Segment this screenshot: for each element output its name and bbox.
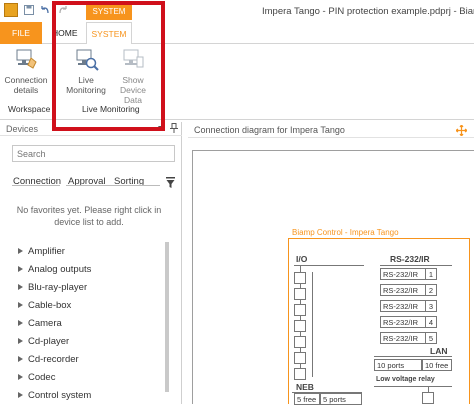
list-item-label: Analog outputs bbox=[28, 264, 92, 275]
section-lan-title: LAN bbox=[430, 346, 448, 356]
connection-details-label: Connection details bbox=[4, 75, 48, 95]
window-title: Impera Tango - PIN protection example.pd… bbox=[262, 6, 474, 17]
device-category-analog-outputs[interactable]: Analog outputs bbox=[18, 264, 91, 282]
expand-arrow-icon bbox=[18, 302, 23, 309]
device-category-control-system[interactable]: Control system bbox=[18, 390, 91, 408]
pin-icon[interactable] bbox=[170, 123, 178, 133]
rs232-port-label: RS-232/IR bbox=[380, 284, 426, 296]
app-icon[interactable] bbox=[4, 3, 18, 17]
rs232-port-number[interactable]: 5 bbox=[425, 332, 437, 344]
device-list-scrollbar[interactable] bbox=[165, 242, 169, 392]
io-port[interactable] bbox=[294, 288, 306, 300]
device-block-title: Biamp Control - Impera Tango bbox=[292, 228, 399, 237]
connection-details-button[interactable]: Connection details bbox=[4, 48, 48, 95]
section-rs232-rule bbox=[380, 265, 452, 266]
device-category-amplifier[interactable]: Amplifier bbox=[18, 246, 91, 264]
list-item-label: Cd-recorder bbox=[28, 354, 79, 365]
list-item-label: Cd-player bbox=[28, 336, 70, 347]
neb-ports-total: 5 ports bbox=[320, 393, 362, 405]
tab-file[interactable]: FILE bbox=[0, 22, 42, 44]
devices-panel-title: Devices bbox=[6, 124, 39, 134]
relay-port[interactable] bbox=[422, 392, 434, 404]
rs232-port-label: RS-232/IR bbox=[380, 316, 426, 328]
expand-arrow-icon bbox=[18, 320, 23, 327]
section-io-title: I/O bbox=[296, 254, 308, 264]
filter-icon[interactable] bbox=[166, 177, 175, 188]
rs232-port-label: RS-232/IR bbox=[380, 268, 426, 280]
expand-arrow-icon bbox=[18, 392, 23, 399]
undo-icon[interactable] bbox=[40, 5, 50, 15]
move-icon[interactable] bbox=[456, 125, 467, 136]
device-category-cable-box[interactable]: Cable-box bbox=[18, 300, 91, 318]
devices-panel: Devices Connection Approval Sorting No f… bbox=[0, 122, 182, 404]
section-rs232-title: RS-232/IR bbox=[390, 254, 430, 264]
rs232-port-number[interactable]: 4 bbox=[425, 316, 437, 328]
lan-ports-free: 10 free bbox=[422, 359, 452, 371]
filter-connection-dropdown[interactable] bbox=[12, 177, 60, 186]
device-category-cd-player[interactable]: Cd-player bbox=[18, 336, 91, 354]
rs232-port-label: RS-232/IR bbox=[380, 332, 426, 344]
rs232-port-label: RS-232/IR bbox=[380, 300, 426, 312]
io-port[interactable] bbox=[294, 272, 306, 284]
section-neb-title: NEB bbox=[296, 382, 314, 392]
list-item-label: Camera bbox=[28, 318, 62, 329]
device-category-camera[interactable]: Camera bbox=[18, 318, 91, 336]
list-item-label: Cable-box bbox=[28, 300, 72, 311]
live-monitoring-highlight-frame bbox=[52, 1, 165, 131]
section-lan-rule bbox=[374, 356, 452, 357]
list-item-label: Blu-ray-player bbox=[28, 282, 88, 293]
expand-arrow-icon bbox=[18, 284, 23, 291]
section-io-rule bbox=[294, 265, 364, 266]
neb-ports-free: 5 free bbox=[294, 393, 320, 405]
device-category-cd-recorder[interactable]: Cd-recorder bbox=[18, 354, 91, 372]
rs232-port-number[interactable]: 1 bbox=[425, 268, 437, 280]
io-port[interactable] bbox=[294, 368, 306, 380]
no-favorites-message: No favorites yet. Please right click in … bbox=[16, 205, 162, 227]
rs232-port-number[interactable]: 2 bbox=[425, 284, 437, 296]
list-item-label: Control system bbox=[28, 390, 92, 401]
connection-details-icon bbox=[16, 49, 37, 69]
expand-arrow-icon bbox=[18, 248, 23, 255]
io-port[interactable] bbox=[294, 304, 306, 316]
filter-approval-dropdown[interactable] bbox=[66, 177, 114, 186]
filter-sorting-dropdown[interactable] bbox=[112, 177, 160, 186]
expand-arrow-icon bbox=[18, 374, 23, 381]
diagram-panel-header: Connection diagram for Impera Tango bbox=[188, 122, 474, 138]
section-low-voltage-relay-title: Low voltage relay bbox=[376, 376, 435, 383]
device-list: Amplifier Analog outputs Blu-ray-player … bbox=[18, 246, 91, 408]
device-search-input[interactable] bbox=[12, 145, 175, 162]
lan-ports-total: 10 ports bbox=[374, 359, 422, 371]
io-bus-line-2 bbox=[312, 272, 313, 377]
list-item-label: Codec bbox=[28, 372, 56, 383]
diagram-title: Connection diagram for Impera Tango bbox=[194, 125, 345, 135]
device-search-field[interactable] bbox=[13, 146, 174, 161]
device-category-blu-ray-player[interactable]: Blu-ray-player bbox=[18, 282, 91, 300]
io-port[interactable] bbox=[294, 336, 306, 348]
expand-arrow-icon bbox=[18, 266, 23, 273]
rs232-port-number[interactable]: 3 bbox=[425, 300, 437, 312]
section-relay-rule bbox=[374, 386, 452, 387]
device-category-codec[interactable]: Codec bbox=[18, 372, 91, 390]
expand-arrow-icon bbox=[18, 356, 23, 363]
workspace-group-label: Workspace bbox=[8, 104, 51, 114]
save-icon[interactable] bbox=[24, 5, 34, 15]
io-port[interactable] bbox=[294, 352, 306, 364]
expand-arrow-icon bbox=[18, 338, 23, 345]
connection-diagram-panel: Connection diagram for Impera Tango Biam… bbox=[188, 122, 474, 405]
io-port[interactable] bbox=[294, 320, 306, 332]
list-item-label: Amplifier bbox=[28, 246, 65, 257]
